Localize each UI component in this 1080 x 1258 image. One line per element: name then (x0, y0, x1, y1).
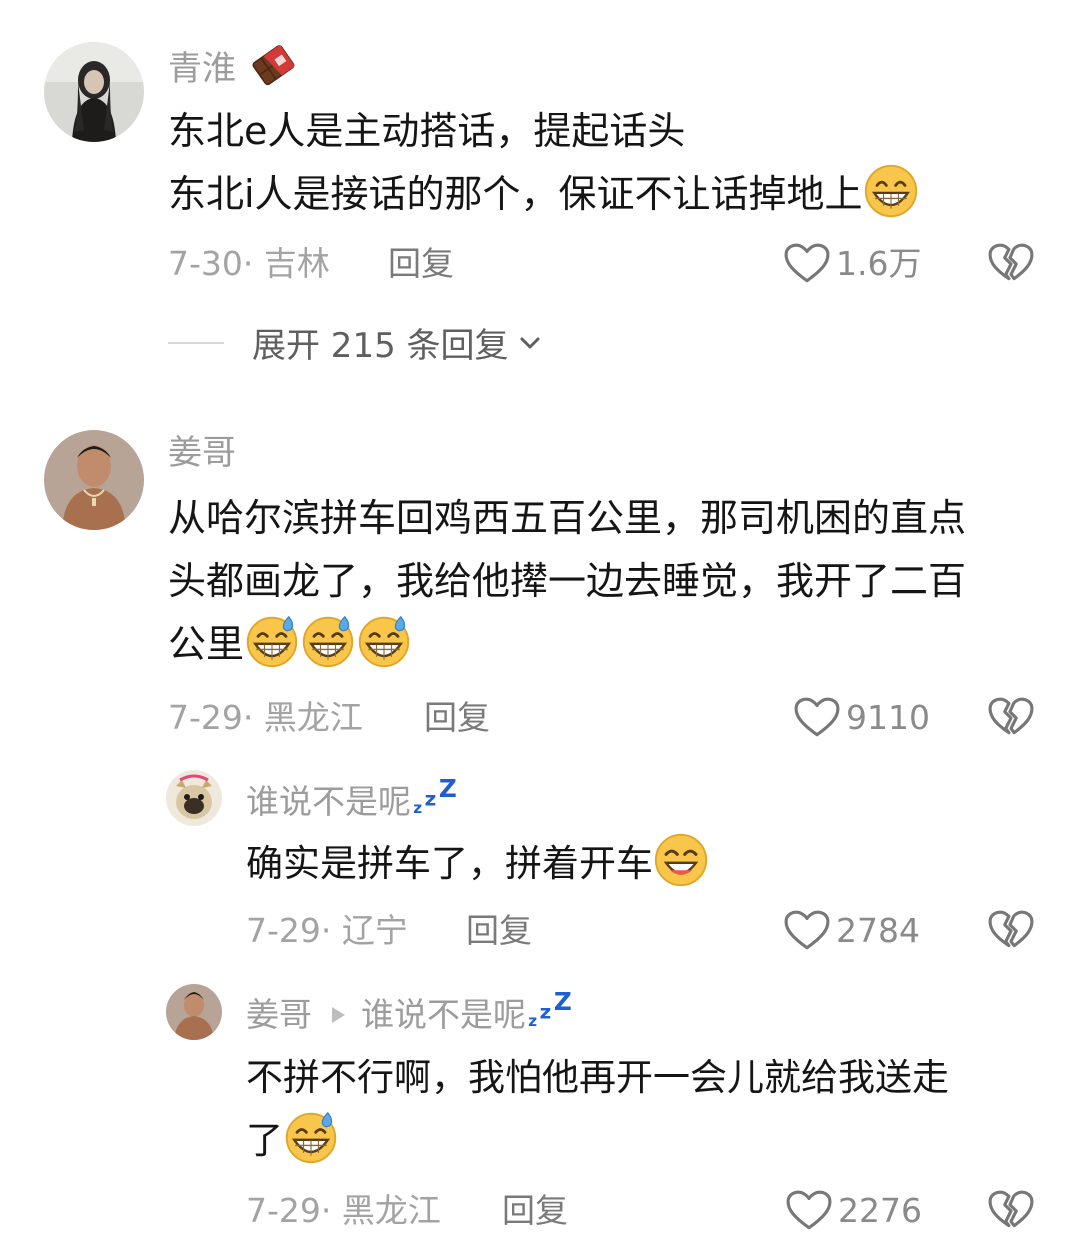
broken-heart-icon (988, 697, 1034, 739)
grin-emoji (863, 163, 919, 219)
date-location: 7-29· 黑龙江 (168, 698, 363, 737)
like-button[interactable]: 9110 (794, 697, 930, 739)
reply-button[interactable]: 回复 (388, 244, 454, 284)
comment-text-line: 东北i人是接话的那个，保证不让话掉地上 (168, 172, 863, 216)
comment-text-line-wrap: 公里 (168, 613, 1048, 676)
username[interactable]: 谁说不是呢 (246, 782, 411, 821)
like-button[interactable]: 2276 (786, 1190, 922, 1232)
zzz-icon (528, 992, 574, 1030)
reply-button[interactable]: 回复 (466, 911, 532, 951)
dislike-button[interactable] (988, 1190, 1034, 1236)
grin-squint-emoji (653, 832, 709, 888)
chocolate-bar-icon (252, 44, 295, 86)
chevron-down-icon (520, 337, 540, 348)
sweat-grin-emoji (244, 613, 300, 669)
sweat-grin-emoji (300, 613, 356, 669)
reply-button[interactable]: 回复 (424, 698, 490, 738)
comment-text-line-wrap: 东北i人是接话的那个，保证不让话掉地上 (168, 163, 919, 226)
username[interactable]: 姜哥 (246, 995, 312, 1034)
avatar[interactable] (166, 984, 222, 1040)
reply-text: 确实是拼车了，拼着开车 (246, 832, 709, 895)
avatar[interactable] (44, 42, 144, 142)
date-location: 7-29· 辽宁 (246, 911, 408, 950)
username[interactable]: 姜哥 (168, 433, 236, 473)
like-count: 1.6万 (836, 244, 922, 283)
avatar[interactable] (44, 430, 144, 530)
heart-icon (794, 697, 840, 739)
comment-text-line: 公里 (168, 622, 245, 666)
reply-to-username[interactable]: 谁说不是呢 (361, 995, 526, 1034)
date-location: 7-30· 吉林 (168, 244, 330, 283)
divider (168, 341, 224, 344)
like-button[interactable]: 1.6万 (784, 243, 921, 285)
broken-heart-icon (988, 243, 1034, 285)
username-row: 青淮 (168, 44, 299, 89)
date-location: 7-29· 黑龙江 (246, 1191, 441, 1230)
comment-text-line: 头都画龙了，我给他撵一边去睡觉，我开了二百 (168, 559, 967, 603)
like-count: 2784 (836, 911, 920, 950)
reply-text-line: 不拼不行啊，我怕他再开一会儿就给我送走 (246, 1056, 949, 1099)
like-count: 9110 (846, 698, 930, 737)
avatar[interactable] (166, 770, 222, 826)
comment-text-line: 从哈尔滨拼车回鸡西五百公里，那司机困的直点 (168, 496, 967, 540)
comment-text: 从哈尔滨拼车回鸡西五百公里，那司机困的直点 头都画龙了，我给他撵一边去睡觉，我开… (168, 487, 1048, 676)
reply-button[interactable]: 回复 (502, 1191, 568, 1231)
like-button[interactable]: 2784 (784, 910, 920, 952)
username-row: 谁说不是呢 (246, 779, 459, 822)
sweat-grin-emoji (356, 613, 412, 669)
comment-text: 东北e人是主动搭话，提起话头 东北i人是接话的那个，保证不让话掉地上 (168, 100, 919, 226)
zzz-icon (413, 779, 459, 817)
expand-label: 展开 215 条回复 (252, 326, 509, 366)
username-row: 姜哥 谁说不是呢 (246, 992, 574, 1035)
heart-icon (784, 243, 830, 285)
broken-heart-icon (988, 910, 1034, 952)
heart-icon (786, 1190, 832, 1232)
expand-replies-button[interactable]: 展开 215 条回复 (168, 318, 541, 367)
comment-text-line: 东北e人是主动搭话，提起话头 (168, 109, 686, 153)
reply-text: 不拼不行啊，我怕他再开一会儿就给我送走 了 (246, 1046, 949, 1172)
sweat-grin-emoji (283, 1109, 339, 1165)
reply-text-line: 确实是拼车了，拼着开车 (246, 842, 653, 885)
like-count: 2276 (838, 1191, 922, 1230)
broken-heart-icon (988, 1190, 1034, 1232)
dislike-button[interactable] (988, 697, 1034, 743)
heart-icon (784, 910, 830, 952)
reply-text-line: 了 (246, 1119, 283, 1162)
dislike-button[interactable] (988, 910, 1034, 956)
reply-to-arrow-icon (332, 1007, 345, 1023)
username[interactable]: 青淮 (168, 49, 236, 89)
reply-text-line-wrap: 了 (246, 1109, 949, 1172)
dislike-button[interactable] (988, 243, 1034, 289)
